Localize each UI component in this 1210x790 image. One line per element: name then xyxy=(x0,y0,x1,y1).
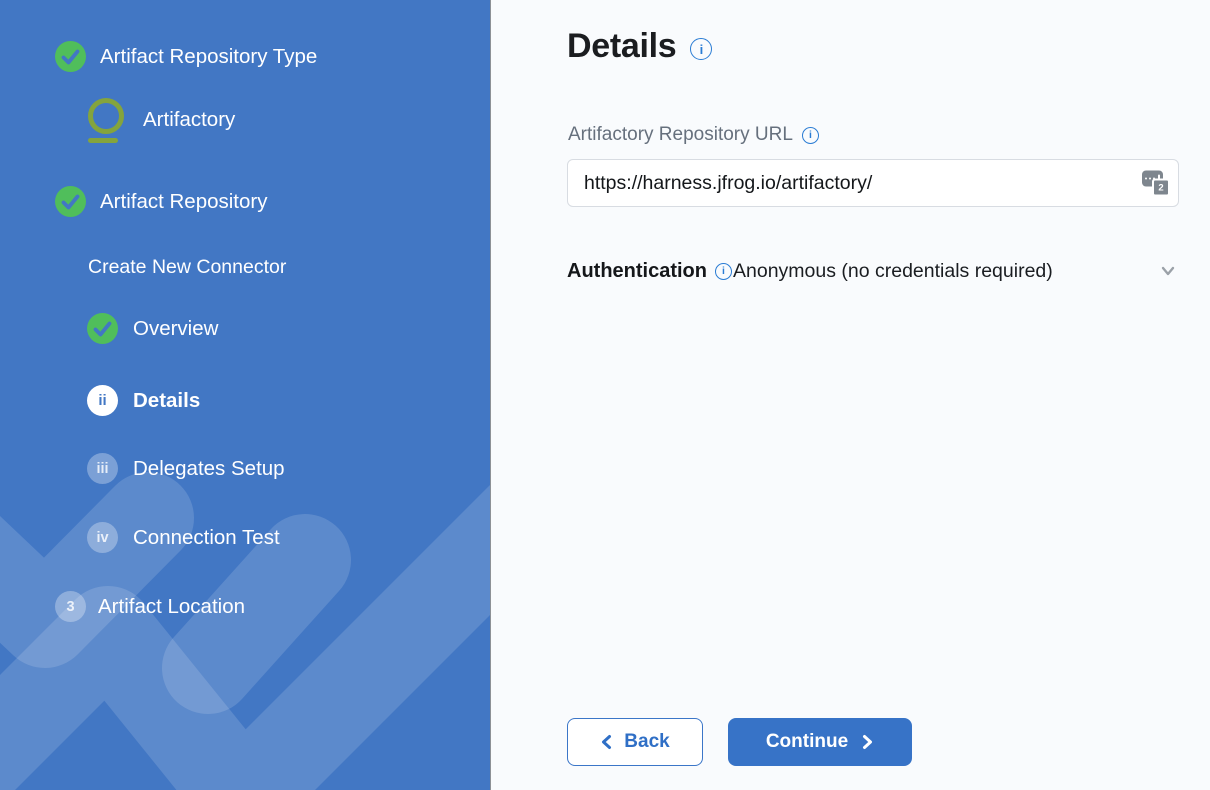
back-button-label: Back xyxy=(624,731,669,753)
url-field-label-row: Artifactory Repository URL i xyxy=(568,124,819,146)
multitype-count-badge: 2 xyxy=(1152,179,1170,197)
step-label: Artifact Repository xyxy=(100,190,267,214)
step-label: Details xyxy=(133,389,200,413)
chevron-left-icon xyxy=(600,734,613,750)
step-label: Overview xyxy=(133,317,218,341)
check-circle-icon xyxy=(87,313,118,344)
artifactory-icon xyxy=(88,98,124,143)
chevron-down-icon[interactable] xyxy=(1159,264,1177,278)
wizard-sidebar: Artifact Repository Type Artifactory Art… xyxy=(0,0,490,790)
info-icon[interactable]: i xyxy=(690,38,712,60)
sidebar-step-details[interactable]: ii Details xyxy=(87,385,200,416)
sidebar-group-create-new-connector: Create New Connector xyxy=(88,256,286,279)
group-heading-label: Create New Connector xyxy=(88,256,286,279)
authentication-dropdown[interactable]: Authentication i Anonymous (no credentia… xyxy=(567,254,1179,288)
step-numeral-icon: iii xyxy=(87,453,118,484)
continue-button-label: Continue xyxy=(766,731,848,753)
step-numeral-icon: iv xyxy=(87,522,118,553)
authentication-label: Authentication xyxy=(567,260,707,283)
sidebar-step-artifact-location[interactable]: 3 Artifact Location xyxy=(55,591,245,622)
step-label: Artifact Location xyxy=(98,595,245,619)
sidebar-step-overview[interactable]: Overview xyxy=(87,313,218,344)
sidebar-step-connection-test[interactable]: iv Connection Test xyxy=(87,522,280,553)
sidebar-step-artifact-repository-type[interactable]: Artifact Repository Type xyxy=(55,41,317,72)
url-input-wrap: 2 xyxy=(567,159,1179,207)
info-icon[interactable]: i xyxy=(802,127,819,144)
step-label: Artifact Repository Type xyxy=(100,45,317,69)
chevron-right-icon xyxy=(861,734,874,750)
check-circle-icon xyxy=(55,186,86,217)
continue-button[interactable]: Continue xyxy=(728,718,912,766)
step-numeral-icon: ii xyxy=(87,385,118,416)
step-label: Connection Test xyxy=(133,526,280,550)
sidebar-step-artifact-repository[interactable]: Artifact Repository xyxy=(55,186,267,217)
step-numeral-icon: 3 xyxy=(55,591,86,622)
info-icon[interactable]: i xyxy=(715,263,732,280)
sidebar-step-delegates-setup[interactable]: iii Delegates Setup xyxy=(87,453,285,484)
artifactory-url-input[interactable] xyxy=(567,159,1179,207)
check-circle-icon xyxy=(55,41,86,72)
page-title: Details xyxy=(567,27,676,66)
multitype-input-button[interactable]: 2 xyxy=(1142,170,1170,197)
sidebar-step-artifactory[interactable]: Artifactory xyxy=(88,98,235,143)
back-button[interactable]: Back xyxy=(567,718,703,766)
details-panel: Details i Artifactory Repository URL i 2… xyxy=(490,0,1210,790)
step-label: Delegates Setup xyxy=(133,457,285,481)
url-field-label: Artifactory Repository URL xyxy=(568,124,793,146)
page-title-row: Details i xyxy=(567,27,712,66)
step-label: Artifactory xyxy=(143,108,235,132)
harness-logo-watermark xyxy=(0,0,490,790)
authentication-selected-value: Anonymous (no credentials required) xyxy=(733,260,1053,283)
